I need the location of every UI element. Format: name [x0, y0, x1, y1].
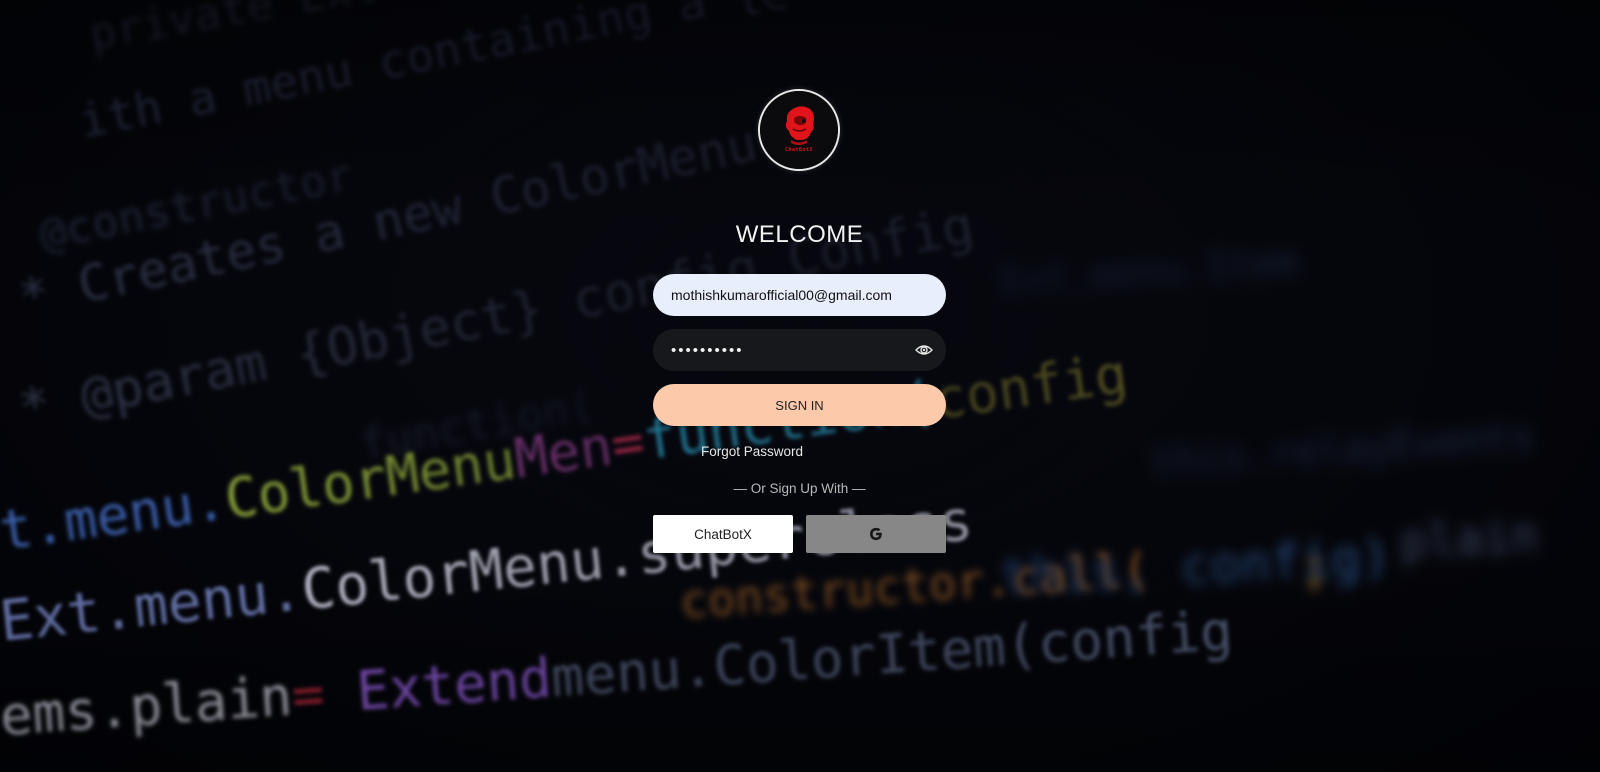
password-field[interactable] — [653, 329, 946, 371]
show-password-icon[interactable] — [915, 342, 933, 358]
sign-in-button[interactable]: SIGN IN — [653, 384, 946, 426]
welcome-title: WELCOME — [735, 221, 864, 248]
google-signup-button[interactable] — [806, 515, 946, 553]
signup-divider-text: — Or Sign Up With — — [733, 481, 866, 496]
email-field[interactable] — [653, 274, 946, 316]
forgot-password-link[interactable]: Forgot Password — [701, 444, 803, 459]
logo-text: ChatBotX — [784, 147, 814, 153]
chatbotx-logo: ChatBotX — [758, 89, 840, 171]
google-icon — [870, 527, 882, 541]
login-page: private Ext.menu.Menu ith a menu contain… — [0, 0, 1600, 772]
robot-head-icon — [760, 91, 838, 169]
chatbotx-signup-button[interactable]: ChatBotX — [653, 515, 793, 553]
